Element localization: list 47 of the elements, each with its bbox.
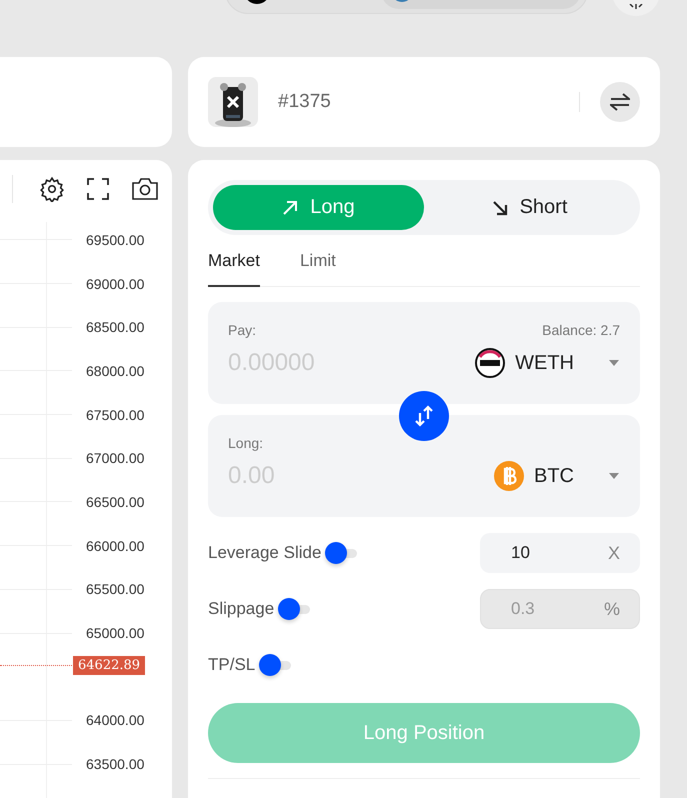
price-label: 68500.00 xyxy=(86,319,144,336)
token-selector[interactable]: BTC xyxy=(494,461,620,491)
toggle-switch[interactable] xyxy=(325,541,358,565)
caret-icon xyxy=(608,359,620,367)
order-type-tab[interactable]: Market xyxy=(208,251,260,287)
price-label: 69500.00 xyxy=(86,232,144,248)
price-line xyxy=(0,665,72,666)
toggle-switch[interactable] xyxy=(259,653,292,677)
token-id: #1375 xyxy=(278,91,332,113)
bitcoin-icon xyxy=(494,461,524,491)
option-label: Leverage Slide xyxy=(208,543,322,563)
price-label: 67000.00 xyxy=(86,450,144,466)
price-label: 65000.00 xyxy=(86,625,144,642)
option-label: Slippage xyxy=(208,599,274,619)
unit-label: X xyxy=(608,543,620,564)
box-label: Long: xyxy=(228,435,264,451)
price-label: 64000.00 xyxy=(86,712,144,728)
option-label: TP/SL xyxy=(208,655,256,675)
price-label: 66000.00 xyxy=(86,538,144,554)
fullscreen-icon xyxy=(87,178,109,200)
settings-button[interactable] xyxy=(39,176,65,202)
order-type-tab[interactable]: Limit xyxy=(300,251,336,287)
last-price-tag: 64622.89 xyxy=(73,656,146,676)
screenshot-button[interactable] xyxy=(131,177,159,201)
camera-icon xyxy=(131,177,159,201)
box-label: Pay: xyxy=(228,322,256,338)
arrow-up-right-icon xyxy=(282,200,298,216)
price-label: 69000.00 xyxy=(86,276,144,292)
price-label: 65500.00 xyxy=(86,581,144,598)
side-tab[interactable]: Short xyxy=(424,185,635,230)
token-icon xyxy=(475,348,506,378)
token-selector[interactable]: WETH xyxy=(475,348,620,378)
unit-label: % xyxy=(604,599,620,620)
switch-button[interactable] xyxy=(600,82,640,122)
caret-icon xyxy=(608,472,620,480)
toggle-switch[interactable] xyxy=(278,597,310,621)
swap-arrows-icon xyxy=(610,93,630,111)
price-label: 66500.00 xyxy=(86,494,144,510)
price-label: 68000.00 xyxy=(86,362,144,379)
price-label: 63500.00 xyxy=(86,756,144,772)
swap-arrows-icon xyxy=(414,405,434,427)
settings-icon xyxy=(39,176,65,202)
fullscreen-button[interactable] xyxy=(87,178,109,200)
arrow-down-right-icon xyxy=(492,200,508,216)
price-label: 67500.00 xyxy=(86,406,144,423)
sun-icon xyxy=(628,4,644,12)
balance-text: Balance: 2.7 xyxy=(542,322,620,338)
